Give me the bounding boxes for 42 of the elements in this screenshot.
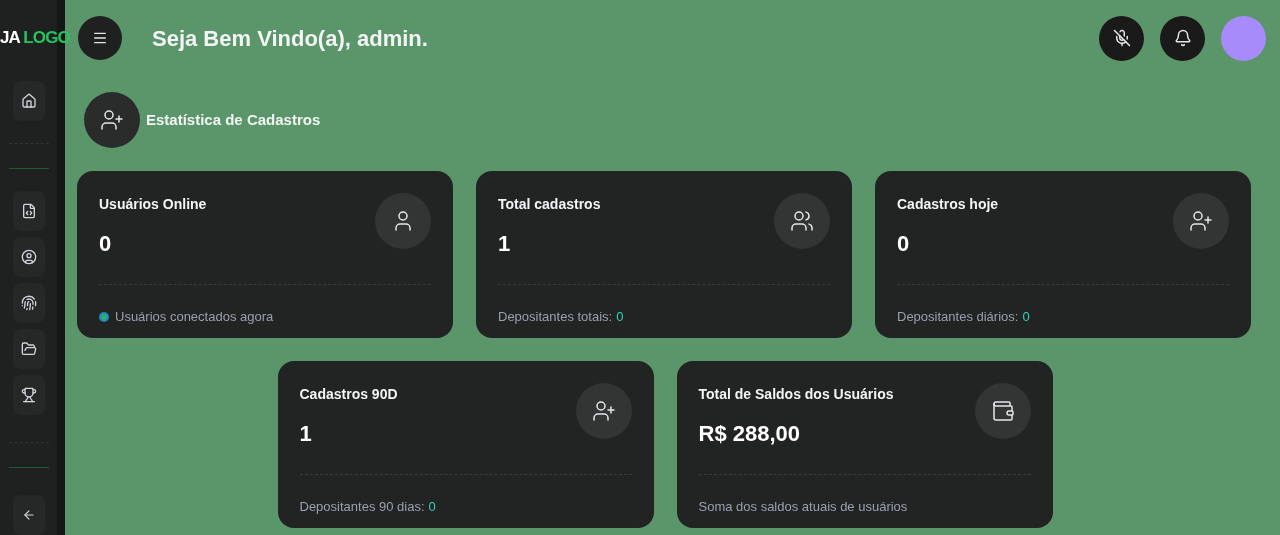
footer-value: 0 <box>1022 308 1030 326</box>
card-value: 1 <box>498 230 512 258</box>
menu-button[interactable] <box>78 16 122 60</box>
sidebar-item[interactable] <box>12 375 45 415</box>
card-footer-text: Depositantes diários: <box>897 308 1019 326</box>
card-value: 0 <box>897 230 911 258</box>
add-user-icon <box>100 108 124 132</box>
add-user-icon <box>591 399 616 423</box>
sidebar-item[interactable] <box>12 329 45 369</box>
card-footer-text: Soma dos saldos atuais de usuários <box>698 498 908 516</box>
card-title: Total de Saldos dos Usuários <box>698 385 894 404</box>
card-title: Usuários Online <box>99 195 207 214</box>
section-title: Estatística de Cadastros <box>146 109 321 130</box>
sidebar-item[interactable] <box>12 81 45 121</box>
sidebar-item[interactable] <box>12 237 45 277</box>
card-title: Total cadastros <box>498 195 601 214</box>
mute-button[interactable] <box>1099 15 1144 61</box>
users-icon <box>790 209 814 233</box>
welcome-title: Seja Bem Vindo(a), admin. <box>152 24 428 53</box>
card-value: R$ 288,00 <box>698 420 802 448</box>
code-file-icon <box>20 203 37 219</box>
card-title: Cadastros hoje <box>897 195 999 214</box>
add-user-icon <box>1189 209 1213 233</box>
bell-icon <box>1173 29 1192 47</box>
card-footer-text: Usuários conectados agora <box>115 308 274 326</box>
folder-icon <box>20 341 37 357</box>
card-value: 1 <box>299 420 313 448</box>
wallet-icon <box>990 399 1015 423</box>
sidebar-item[interactable] <box>12 191 45 231</box>
footer-value: 0 <box>428 498 436 516</box>
footer-value: 0 <box>616 308 624 326</box>
card-title: Cadastros 90D <box>299 385 398 404</box>
card-footer-text: Depositantes 90 dias: <box>299 498 425 516</box>
home-icon <box>20 93 37 109</box>
mic-off-icon <box>1112 29 1131 47</box>
trophy-icon <box>20 387 37 403</box>
card-value: 0 <box>99 230 113 258</box>
notifications-button[interactable] <box>1160 15 1205 61</box>
card-footer-text: Depositantes totais: <box>498 308 613 326</box>
fingerprint-icon <box>20 295 37 311</box>
menu-icon <box>92 30 108 46</box>
sidebar-item[interactable] <box>12 283 45 323</box>
